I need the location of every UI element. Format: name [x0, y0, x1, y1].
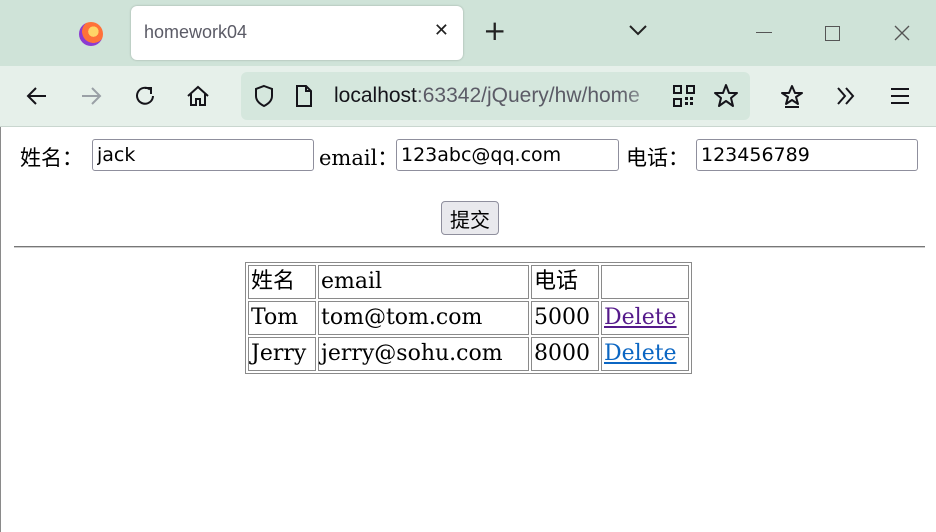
menu-icon[interactable] [887, 83, 913, 109]
table-header-row: 姓名 email 电话 [248, 265, 689, 299]
url-text[interactable]: localhost:63342/jQuery/hw/home [334, 84, 640, 108]
cell-name: Jerry [248, 337, 316, 371]
star-icon[interactable] [713, 83, 739, 109]
page-content: 姓名： email： 电话： 提交 姓名 email 电话 Tom tom@to… [0, 127, 936, 532]
url-fade [621, 72, 669, 120]
table-row: Jerry jerry@sohu.com 8000 Delete [248, 337, 689, 371]
cell-phone: 5000 [531, 301, 599, 335]
shield-icon[interactable] [251, 83, 277, 109]
phone-label: 电话： [626, 146, 689, 170]
url-host: localhost [334, 84, 417, 107]
cell-email: tom@tom.com [318, 301, 529, 335]
name-input[interactable] [92, 139, 314, 171]
email-label: email： [319, 146, 399, 170]
submit-button[interactable]: 提交 [441, 201, 499, 235]
forward-arrow-icon[interactable] [78, 83, 104, 109]
tab-bar: homework04 ✕ + [0, 0, 936, 66]
overflow-icon[interactable] [833, 83, 859, 109]
header-name: 姓名 [248, 265, 316, 299]
reload-icon[interactable] [132, 83, 158, 109]
cell-action: Delete [601, 337, 689, 371]
url-path: :63342/jQuery/hw/home [416, 84, 640, 107]
extensions-icon[interactable] [779, 83, 805, 109]
email-input[interactable] [396, 139, 619, 171]
header-action [601, 265, 689, 299]
navigation-bar: localhost:63342/jQuery/hw/home [0, 66, 936, 127]
tab-close-icon[interactable]: ✕ [434, 20, 449, 41]
contacts-table: 姓名 email 电话 Tom tom@tom.com 5000 Delete … [245, 262, 692, 374]
qr-code-icon[interactable] [673, 85, 695, 107]
cell-action: Delete [601, 301, 689, 335]
minimize-icon[interactable] [756, 32, 772, 33]
name-label: 姓名： [20, 146, 83, 170]
table-row: Tom tom@tom.com 5000 Delete [248, 301, 689, 335]
divider [14, 246, 925, 248]
back-arrow-icon[interactable] [24, 83, 50, 109]
new-tab-plus-icon[interactable]: + [483, 16, 506, 46]
chevron-down-icon[interactable] [626, 20, 650, 40]
header-phone: 电话 [531, 265, 599, 299]
firefox-logo-icon[interactable] [79, 22, 103, 46]
cell-phone: 8000 [531, 337, 599, 371]
maximize-icon[interactable] [825, 26, 840, 41]
phone-input[interactable] [696, 139, 918, 171]
delete-link[interactable]: Delete [604, 341, 677, 366]
header-email: email [318, 265, 529, 299]
page-icon[interactable] [293, 83, 315, 109]
cell-name: Tom [248, 301, 316, 335]
tab-title: homework04 [144, 22, 248, 42]
address-bar[interactable]: localhost:63342/jQuery/hw/home [241, 72, 750, 120]
tab-homework04[interactable]: homework04 ✕ [131, 6, 463, 60]
cell-email: jerry@sohu.com [318, 337, 529, 371]
close-window-icon[interactable] [893, 24, 911, 42]
home-icon[interactable] [185, 83, 211, 109]
delete-link[interactable]: Delete [604, 305, 677, 330]
